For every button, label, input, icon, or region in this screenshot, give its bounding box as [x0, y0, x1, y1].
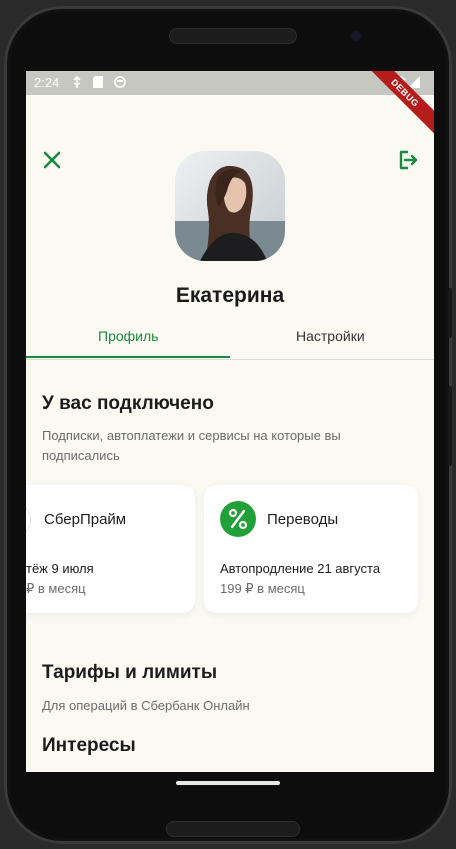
sd-card-icon [93, 76, 105, 89]
avatar[interactable] [175, 151, 285, 261]
card-renewal-date: Автопродление 21 августа [220, 561, 381, 576]
sberprime-icon [26, 501, 31, 539]
power-button [448, 288, 452, 338]
home-indicator[interactable] [176, 781, 280, 785]
connected-section-subtitle-line2: подписались [42, 448, 120, 463]
status-time: 2:24 [34, 75, 60, 90]
tab-settings[interactable]: Настройки [296, 328, 365, 344]
card-title: СберПрайм [44, 511, 127, 528]
subscription-card-transfers[interactable]: Переводы Автопродление 21 августа 199 ₽ … [204, 485, 418, 613]
connected-section-subtitle-line1: Подписки, автоплатежи и сервисы на котор… [42, 428, 341, 443]
card-price: ₽ в месяц [26, 581, 86, 596]
connected-section-title: У вас подключено [42, 393, 214, 414]
percent-icon [220, 501, 256, 537]
active-tab-indicator [26, 356, 230, 358]
card-price: 199 ₽ в месяц [220, 581, 305, 596]
debug-banner: DEBUG [360, 71, 434, 138]
volume-button [448, 386, 452, 466]
close-icon [40, 151, 64, 176]
bottom-speaker [166, 821, 300, 837]
front-camera [351, 31, 361, 41]
status-bar: 2:24 DEBUG [26, 71, 434, 138]
logout-button[interactable] [396, 148, 420, 172]
app-screen: 2:24 DEBUG Екатерина Профиль Настройки У… [26, 71, 434, 772]
tab-profile[interactable]: Профиль [98, 328, 158, 344]
tab-bar: Профиль Настройки [26, 321, 434, 360]
subscription-card-sberprime[interactable]: СберПрайм тёж 9 июля ₽ в месяц [26, 485, 195, 613]
usb-debug-icon [72, 75, 84, 89]
tariffs-section-subtitle: Для операций в Сбербанк Онлайн [42, 698, 250, 713]
app-status-icon [114, 76, 126, 89]
tariffs-section-title[interactable]: Тарифы и лимиты [42, 662, 217, 684]
interests-section-title: Интересы [42, 735, 136, 756]
earpiece-speaker [169, 28, 297, 44]
card-title: Переводы [267, 511, 339, 528]
close-button[interactable] [40, 148, 64, 172]
profile-name: Екатерина [175, 284, 285, 307]
logout-icon [396, 150, 420, 176]
card-payment-date: тёж 9 июля [26, 561, 94, 576]
